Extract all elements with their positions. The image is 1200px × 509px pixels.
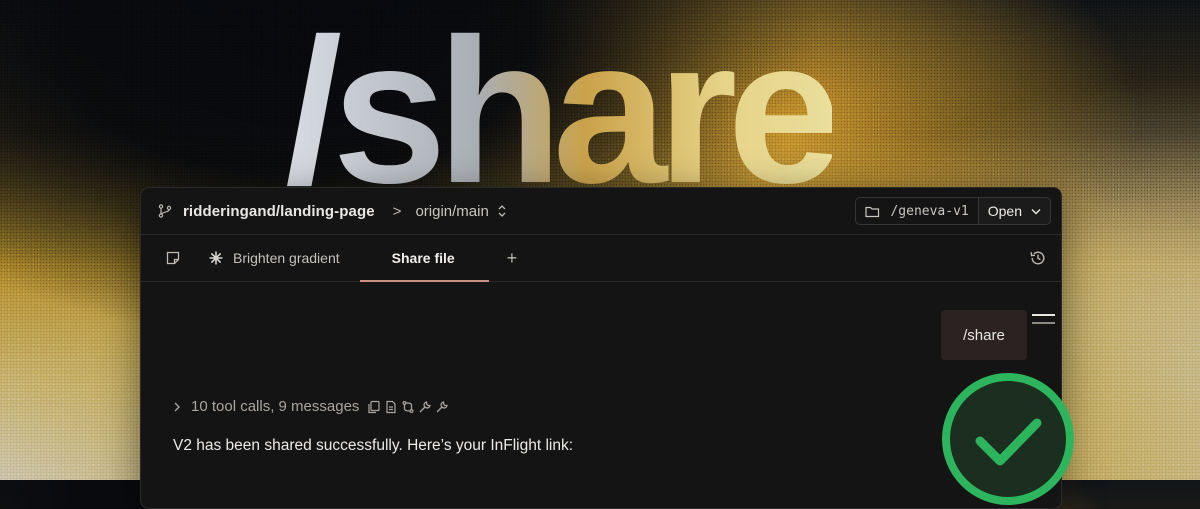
open-button[interactable]: Open xyxy=(977,197,1051,225)
history-icon[interactable] xyxy=(1029,249,1047,267)
tool-icons xyxy=(367,400,449,414)
chevron-right-icon xyxy=(174,402,180,411)
chat-area: /share 10 tool calls, 9 messages V2 has … xyxy=(141,282,1061,508)
assistant-message: V2 has been shared successfully. Here’s … xyxy=(173,437,574,454)
tab-bar: Brighten gradient Share file + xyxy=(141,235,1061,282)
branch-name[interactable]: origin/main xyxy=(415,203,488,220)
open-button-label: Open xyxy=(987,203,1022,219)
note-icon[interactable] xyxy=(165,250,181,266)
tab-share-file[interactable]: Share file xyxy=(359,235,489,282)
diff-icon xyxy=(402,400,414,413)
path-open-group: /geneva-v1 Open xyxy=(855,197,1051,225)
success-check-icon xyxy=(942,373,1074,505)
breadcrumb-separator: > xyxy=(392,202,402,220)
user-message-bubble: /share xyxy=(941,310,1027,360)
top-bar: ridderingand/landing-page > origin/main … xyxy=(141,188,1061,235)
add-tab-button[interactable]: + xyxy=(507,248,518,269)
tab-brighten-gradient[interactable]: Brighten gradient xyxy=(209,235,340,281)
wrench-icon xyxy=(436,400,449,412)
folder-icon xyxy=(865,206,880,217)
git-branch-icon xyxy=(158,204,172,218)
repo-name[interactable]: ridderingand/landing-page xyxy=(183,203,375,220)
copy-icon xyxy=(368,400,381,413)
sparkle-icon xyxy=(209,251,223,265)
app-window: ridderingand/landing-page > origin/main … xyxy=(140,187,1062,509)
menu-bars-icon xyxy=(1032,314,1055,324)
path-text: /geneva-v1 xyxy=(890,203,969,219)
wrench-icon xyxy=(419,400,432,412)
chevron-down-icon xyxy=(1031,208,1041,214)
tool-calls-summary[interactable]: 10 tool calls, 9 messages xyxy=(173,398,449,415)
tab-label: Share file xyxy=(391,250,455,266)
hero-title: /share xyxy=(285,0,842,226)
tab-label: Brighten gradient xyxy=(233,250,340,266)
tool-calls-text: 10 tool calls, 9 messages xyxy=(191,398,360,415)
document-icon xyxy=(386,400,397,413)
chevron-updown-icon[interactable] xyxy=(497,204,507,218)
path-field[interactable]: /geneva-v1 xyxy=(855,197,978,225)
